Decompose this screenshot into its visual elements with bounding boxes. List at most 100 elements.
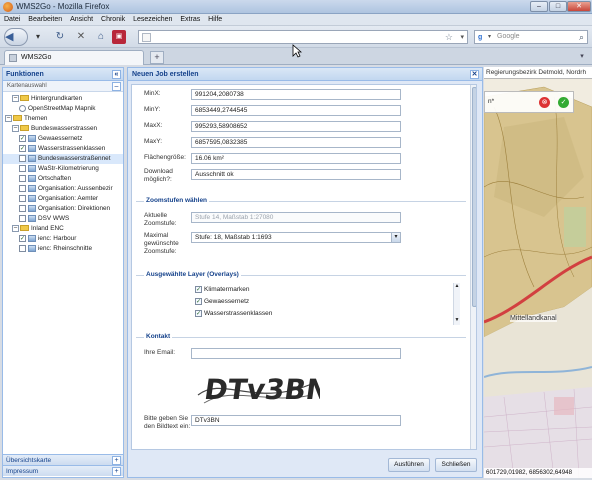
- folder-icon: [13, 115, 22, 122]
- checkbox-checked-icon[interactable]: ✓: [195, 285, 202, 293]
- folder-icon: [20, 225, 29, 232]
- captcha-input[interactable]: DTv3BN: [191, 415, 401, 426]
- overlay-item[interactable]: ✓ Gewaessernetz: [195, 297, 249, 307]
- scrollbar-thumb[interactable]: [472, 87, 476, 307]
- page-favicon-icon: [142, 33, 151, 42]
- overlay-item[interactable]: ✓ Klimatermarken: [195, 285, 250, 295]
- map-selection-header[interactable]: Kartenauswahl –: [3, 81, 123, 92]
- checkbox-icon[interactable]: [19, 214, 26, 222]
- cancel-icon[interactable]: ⊗: [539, 97, 550, 108]
- maxx-field[interactable]: 995293,58908652: [191, 121, 401, 132]
- scroll-down-icon[interactable]: ▼: [454, 317, 460, 324]
- dialog-scrollbar[interactable]: [470, 85, 476, 449]
- google-icon[interactable]: g: [478, 33, 488, 42]
- menu-extras[interactable]: Extras: [180, 14, 200, 26]
- tree-item[interactable]: Organisation: Aussenbezir: [3, 184, 123, 194]
- menu-ansicht[interactable]: Ansicht: [70, 14, 93, 26]
- tree-item[interactable]: WaStr-Kilometrierung: [3, 164, 123, 174]
- overlay-item[interactable]: ✓ Wasserstrassenklassen: [195, 309, 272, 319]
- back-icon[interactable]: ◀: [4, 28, 28, 46]
- maxy-field[interactable]: 6857595,0832385: [191, 137, 401, 148]
- menu-hilfe[interactable]: Hilfe: [208, 14, 222, 26]
- checkbox-checked-icon[interactable]: ✓: [195, 297, 202, 305]
- url-dropdown-icon[interactable]: ▾: [460, 31, 464, 44]
- addon-icon[interactable]: ▣: [112, 30, 126, 44]
- submit-button[interactable]: Ausführen: [388, 458, 430, 472]
- url-bar[interactable]: ☆ ▾: [138, 30, 468, 44]
- imprint-panel[interactable]: Impressum +: [3, 465, 123, 476]
- tree-item[interactable]: Organisation: Direktionen: [3, 204, 123, 214]
- tree-item[interactable]: Bundeswasserstraßennet: [3, 154, 123, 164]
- new-tab-button[interactable]: +: [150, 51, 164, 64]
- tree-item[interactable]: DSV WWS: [3, 214, 123, 224]
- minx-field[interactable]: 991204,2080738: [191, 89, 401, 100]
- tab-list-icon[interactable]: ▾: [576, 52, 588, 62]
- collapse-node-icon[interactable]: –: [12, 124, 19, 132]
- tree-item[interactable]: ienc: Rheinschnitte: [3, 244, 123, 254]
- checkbox-icon[interactable]: [19, 244, 26, 252]
- collapse-section-icon[interactable]: –: [112, 82, 121, 91]
- close-dialog-button[interactable]: Schließen: [435, 458, 477, 472]
- contact-section-title: Kontakt: [144, 333, 173, 341]
- overview-map-panel[interactable]: Übersichtskarte +: [3, 454, 123, 465]
- miny-field[interactable]: 6853449,2744545: [191, 105, 401, 116]
- chevron-down-icon[interactable]: ▾: [391, 233, 400, 242]
- expand-overview-icon[interactable]: +: [112, 456, 121, 465]
- search-icon[interactable]: ⌕: [579, 31, 584, 44]
- menu-bearbeiten[interactable]: Bearbeiten: [28, 14, 62, 26]
- close-window-button[interactable]: ✕: [567, 1, 591, 12]
- dialog-header[interactable]: Neuen Job erstellen ✕: [128, 68, 482, 81]
- menu-lesezeichen[interactable]: Lesezeichen: [133, 14, 172, 26]
- tree-item[interactable]: OpenStreetMap Mapnik: [3, 104, 123, 114]
- area-field[interactable]: 16.06 km²: [191, 153, 401, 164]
- map-region-search[interactable]: Regierungsbezirk Detmold, Nordrh: [484, 67, 592, 79]
- tree-item[interactable]: ✓ Gewaessernetz: [3, 134, 123, 144]
- menu-chronik[interactable]: Chronik: [101, 14, 125, 26]
- map-view[interactable]: Regierungsbezirk Detmold, Nordrh n* ⊗ ✓ …: [484, 67, 592, 478]
- reload-icon[interactable]: ↻: [52, 29, 68, 45]
- tab-wms2go[interactable]: WMS2Go: [4, 50, 144, 65]
- collapse-node-icon[interactable]: –: [12, 224, 19, 232]
- tree-item[interactable]: – Themen: [3, 114, 123, 124]
- checkbox-icon[interactable]: [19, 194, 26, 202]
- tree-item[interactable]: – Bundeswasserstrassen: [3, 124, 123, 134]
- checkbox-icon[interactable]: [19, 154, 26, 162]
- tree-item[interactable]: ✓ Wasserstrassenklassen: [3, 144, 123, 154]
- email-field[interactable]: [191, 348, 401, 359]
- scroll-up-icon[interactable]: ▲: [454, 283, 460, 290]
- tree-item[interactable]: Ortschaften: [3, 174, 123, 184]
- checkbox-icon[interactable]: [19, 204, 26, 212]
- home-icon[interactable]: ⌂: [93, 29, 109, 45]
- bookmark-star-icon[interactable]: ☆: [445, 31, 453, 44]
- checkbox-icon[interactable]: [19, 174, 26, 182]
- dialog-close-icon[interactable]: ✕: [470, 70, 479, 79]
- tree-item[interactable]: Organisation: Aemter: [3, 194, 123, 204]
- overlay-scrollbar[interactable]: ▲ ▼: [453, 283, 460, 325]
- stop-icon[interactable]: ✕: [73, 29, 89, 45]
- radio-icon[interactable]: [19, 104, 26, 112]
- maximize-button[interactable]: □: [549, 1, 567, 12]
- history-dropdown-icon[interactable]: ▾: [30, 29, 46, 45]
- checkbox-checked-icon[interactable]: ✓: [195, 309, 202, 317]
- checkbox-icon[interactable]: [19, 164, 26, 172]
- checkbox-checked-icon[interactable]: ✓: [19, 144, 26, 152]
- tree-item[interactable]: ✓ ienc: Harbour: [3, 234, 123, 244]
- download-field[interactable]: Ausschnitt ok: [191, 169, 401, 180]
- max-zoom-select[interactable]: Stufe: 18, Maßstab 1:1693 ▾: [191, 232, 401, 243]
- checkbox-checked-icon[interactable]: ✓: [19, 134, 26, 142]
- expand-imprint-icon[interactable]: +: [112, 467, 121, 476]
- checkbox-icon[interactable]: [19, 184, 26, 192]
- search-bar[interactable]: g ▾ Google ⌕: [474, 30, 588, 44]
- search-engine-dropdown-icon[interactable]: ▾: [488, 33, 491, 40]
- collapse-panel-icon[interactable]: «: [112, 70, 121, 79]
- collapse-node-icon[interactable]: –: [5, 114, 12, 122]
- tree-item-label: Hintergrundkarten: [31, 95, 83, 102]
- checkbox-checked-icon[interactable]: ✓: [19, 234, 26, 242]
- confirm-icon[interactable]: ✓: [558, 97, 569, 108]
- menu-datei[interactable]: Datei: [4, 14, 20, 26]
- tree-item[interactable]: – Inland ENC: [3, 224, 123, 234]
- tree-item[interactable]: – Hintergrundkarten: [3, 94, 123, 104]
- captcha-text: DTv3BN: [202, 373, 320, 406]
- minimize-button[interactable]: –: [530, 1, 548, 12]
- collapse-node-icon[interactable]: –: [12, 94, 19, 102]
